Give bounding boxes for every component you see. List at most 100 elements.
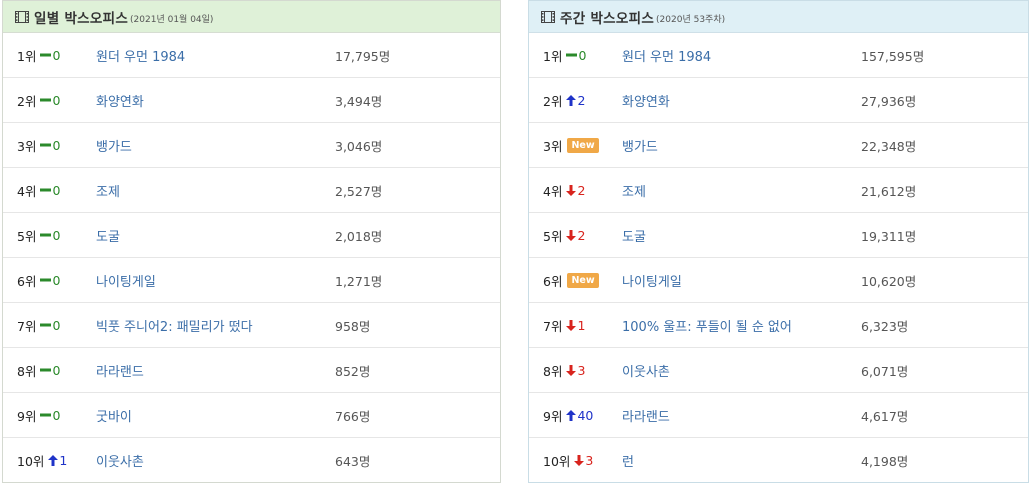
list-item: 4위 2 조제 21,612명 — [529, 168, 1028, 213]
movie-title-link[interactable]: 100% 울프: 푸들이 될 순 없어 — [622, 316, 792, 335]
list-item: 8위 3 이웃사촌 6,071명 — [529, 348, 1028, 393]
movie-title-link[interactable]: 나이팅게일 — [96, 271, 156, 290]
no-change-dash-icon — [40, 323, 52, 327]
movie-title-link[interactable]: 원더 우먼 1984 — [96, 46, 185, 65]
rank-change-value: 2 — [577, 227, 586, 243]
rank-change: 0 — [40, 318, 60, 333]
rank-cell: 8위 3 — [543, 361, 585, 380]
rank-number: 6위 — [543, 273, 563, 289]
rank-number: 4위 — [17, 183, 37, 199]
movie-title-link[interactable]: 라라랜드 — [622, 406, 670, 425]
list-item: 10위 3 런 4,198명 — [529, 438, 1028, 483]
audience-count: 22,348명 — [861, 138, 917, 154]
movie-title-link[interactable]: 이웃사촌 — [622, 361, 670, 380]
rank-number: 9위 — [543, 408, 563, 424]
rank-cell: 5위 2 — [543, 226, 585, 245]
rank-cell: 4위 0 — [17, 181, 60, 200]
rank-cell: 5위 0 — [17, 226, 60, 245]
movie-title-link[interactable]: 나이팅게일 — [622, 271, 682, 290]
rank-change-value: 0 — [578, 47, 587, 63]
list-item: 6위 0 나이팅게일 1,271명 — [3, 258, 500, 303]
rank-change-value: 1 — [59, 453, 68, 468]
rank-cell: 4위 2 — [543, 181, 585, 200]
weekly-boxoffice-panel: 주간 박스오피스 (2020년 53주차) 1위 0 원더 우먼 1984 157,5… — [528, 0, 1029, 483]
film-icon — [15, 10, 29, 23]
rank-number: 1위 — [17, 48, 37, 64]
movie-title-link[interactable]: 라라랜드 — [96, 361, 144, 380]
rank-number: 8위 — [17, 363, 37, 379]
list-item: 7위 1 100% 울프: 푸들이 될 순 없어 6,323명 — [529, 303, 1028, 348]
rank-cell: 10위 1 — [17, 451, 67, 470]
rank-change: 3 — [574, 453, 593, 468]
rank-number: 6위 — [17, 273, 37, 289]
movie-title-link[interactable]: 런 — [622, 451, 634, 470]
rank-cell: 2위 0 — [17, 91, 60, 110]
rank-number: 1위 — [543, 48, 563, 64]
rank-change: 0 — [40, 273, 60, 288]
rank-change-value: 0 — [52, 317, 61, 333]
audience-count: 157,595명 — [861, 48, 925, 64]
list-item: 2위 2 화양연화 27,936명 — [529, 78, 1028, 123]
arrow-down-icon — [566, 229, 577, 241]
audience-count: 19,311명 — [861, 228, 917, 244]
audience-count: 10,620명 — [861, 273, 917, 289]
rank-number: 10위 — [17, 454, 45, 469]
movie-title-link[interactable]: 뱅가드 — [96, 136, 132, 155]
no-change-dash-icon — [40, 278, 52, 282]
movie-title-link[interactable]: 이웃사촌 — [96, 451, 144, 470]
rank-change-value: 40 — [577, 407, 594, 423]
movie-title-link[interactable]: 뱅가드 — [622, 136, 658, 155]
rank-change: 0 — [40, 228, 60, 243]
movie-title-link[interactable]: 화양연화 — [622, 91, 670, 110]
movie-title-link[interactable]: 화양연화 — [96, 91, 144, 110]
rank-number: 7위 — [17, 318, 37, 334]
rank-cell: 8위 0 — [17, 361, 60, 380]
movie-title-link[interactable]: 도굴 — [622, 226, 646, 245]
audience-count: 17,795명 — [335, 48, 391, 64]
rank-number: 4위 — [543, 183, 563, 199]
movie-title-link[interactable]: 조제 — [622, 181, 646, 200]
list-item: 6위 New 나이팅게일 10,620명 — [529, 258, 1028, 303]
rank-change-value: 2 — [577, 182, 586, 198]
no-change-dash-icon — [40, 368, 52, 372]
daily-boxoffice-title: 일별 박스오피스 — [34, 10, 129, 27]
arrow-up-icon — [566, 409, 577, 421]
rank-cell: 3위 0 — [17, 136, 60, 155]
rank-change-value: 1 — [577, 317, 586, 333]
no-change-dash-icon — [40, 233, 52, 237]
arrow-up-icon — [566, 94, 577, 106]
rank-change-value: 2 — [577, 92, 586, 108]
movie-title-link[interactable]: 조제 — [96, 181, 120, 200]
rank-number: 2위 — [17, 93, 37, 109]
list-item: 10위 1 이웃사촌 643명 — [3, 438, 500, 483]
audience-count: 6,071명 — [861, 363, 909, 379]
rank-cell: 6위 New — [543, 271, 599, 290]
movie-title-link[interactable]: 빅풋 주니어2: 패밀리가 떴다 — [96, 316, 253, 335]
list-item: 1위 0 원더 우먼 1984 157,595명 — [529, 33, 1028, 78]
rank-number: 3위 — [17, 138, 37, 154]
rank-change: 0 — [40, 408, 60, 423]
movie-title-link[interactable]: 굿바이 — [96, 406, 132, 425]
daily-boxoffice-panel: 일별 박스오피스 (2021년 01월 04일) 1위 0 원더 우먼 1984 17… — [2, 0, 501, 483]
new-entry-badge: New — [567, 272, 599, 288]
rank-change-value: 0 — [52, 47, 61, 63]
rank-cell: 9위 40 — [543, 406, 593, 425]
list-item: 3위 0 뱅가드 3,046명 — [3, 123, 500, 168]
arrow-down-icon — [566, 319, 577, 331]
list-item: 2위 0 화양연화 3,494명 — [3, 78, 500, 123]
rank-cell: 1위 0 — [17, 46, 60, 65]
movie-title-link[interactable]: 원더 우먼 1984 — [622, 46, 711, 65]
rank-change: 3 — [566, 363, 585, 378]
rank-change-value: 0 — [52, 92, 61, 108]
rank-change-value: 0 — [52, 362, 61, 378]
rank-cell: 7위 1 — [543, 316, 585, 335]
weekly-boxoffice-title: 주간 박스오피스 — [560, 10, 655, 27]
rank-cell: 3위 New — [543, 136, 599, 155]
audience-count: 27,936명 — [861, 93, 917, 109]
movie-title-link[interactable]: 도굴 — [96, 226, 120, 245]
no-change-dash-icon — [40, 143, 52, 147]
no-change-dash-icon — [40, 53, 52, 57]
rank-cell: 9위 0 — [17, 406, 60, 425]
list-item: 5위 0 도굴 2,018명 — [3, 213, 500, 258]
rank-number: 8위 — [543, 363, 563, 379]
